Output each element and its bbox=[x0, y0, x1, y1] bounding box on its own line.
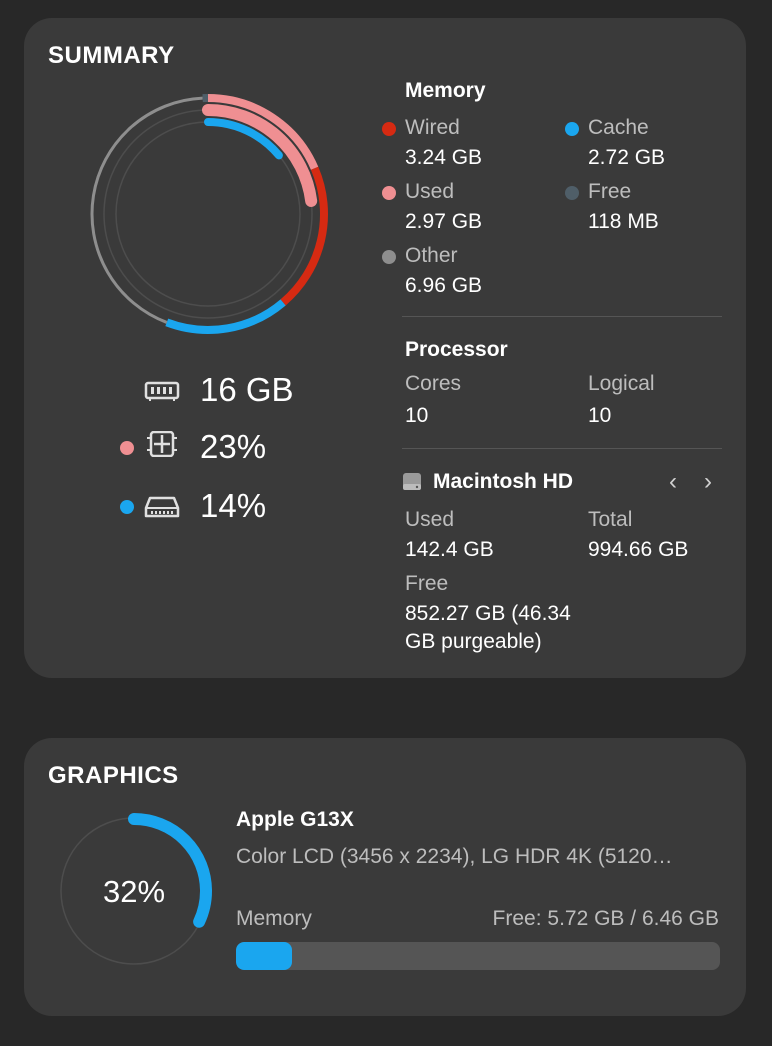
disk-total-value: 994.66 GB bbox=[588, 538, 689, 561]
cpu-legend-dot bbox=[120, 441, 134, 455]
logical-value: 10 bbox=[588, 404, 612, 427]
summary-title: SUMMARY bbox=[48, 42, 175, 69]
disk-usage-value: 14% bbox=[200, 487, 267, 524]
disk-title: Macintosh HD bbox=[433, 470, 574, 493]
gpu-memory-free: Free: 5.72 GB / 6.46 GB bbox=[492, 907, 719, 930]
memory-total-value: 16 GB bbox=[200, 371, 294, 408]
ram-icon bbox=[144, 381, 180, 401]
gpu-usage-ring: 32% bbox=[56, 813, 212, 969]
used-value: 2.97 GB bbox=[405, 210, 483, 233]
cpu-chip-icon bbox=[147, 431, 177, 457]
cpu-usage-value: 23% bbox=[200, 428, 267, 465]
disk-used-value: 142.4 GB bbox=[405, 538, 494, 561]
gpu-memory-label: Memory bbox=[236, 907, 312, 930]
graphics-card: GRAPHICS 32% Apple G13X Color LCD (3456 … bbox=[24, 738, 746, 1016]
drive-icon bbox=[144, 496, 180, 518]
cores-label: Cores bbox=[405, 372, 462, 395]
memory-segment-other bbox=[90, 96, 203, 324]
free-label: Free bbox=[588, 180, 632, 203]
memory-divider bbox=[402, 316, 722, 317]
processor-divider bbox=[402, 448, 722, 449]
summary-card: SUMMARY 16 GB 23% 14% Memory Wired 3.24 … bbox=[24, 18, 746, 678]
gpu-memory-bar bbox=[236, 942, 720, 970]
gpu-displays: Color LCD (3456 x 2234), LG HDR 4K (5120… bbox=[236, 845, 673, 868]
other-value: 6.96 GB bbox=[405, 274, 483, 297]
wired-legend-dot bbox=[382, 122, 396, 136]
gpu-usage-value: 32% bbox=[103, 874, 165, 909]
cache-value: 2.72 GB bbox=[588, 146, 666, 169]
used-label: Used bbox=[405, 180, 455, 203]
disk-free-value-line2: GB purgeable) bbox=[405, 630, 542, 653]
disk-total-label: Total bbox=[588, 508, 633, 531]
gpu-name: Apple G13X bbox=[236, 808, 354, 831]
chevron-right-icon[interactable]: › bbox=[704, 468, 712, 496]
free-legend-dot bbox=[565, 186, 579, 200]
disk-legend-dot bbox=[120, 500, 134, 514]
hard-drive-icon bbox=[403, 473, 421, 490]
free-value: 118 MB bbox=[588, 210, 659, 233]
used-legend-dot bbox=[382, 186, 396, 200]
disk-used-label: Used bbox=[405, 508, 455, 531]
other-label: Other bbox=[405, 244, 458, 267]
chevron-left-icon[interactable]: ‹ bbox=[669, 468, 677, 496]
cache-label: Cache bbox=[588, 116, 649, 139]
wired-value: 3.24 GB bbox=[405, 146, 483, 169]
other-legend-dot bbox=[382, 250, 396, 264]
processor-section-title: Processor bbox=[405, 338, 508, 361]
cores-value: 10 bbox=[405, 404, 429, 427]
cache-legend-dot bbox=[565, 122, 579, 136]
disk-free-value-line1: 852.27 GB (46.34 bbox=[405, 602, 571, 625]
summary-ring-chart bbox=[90, 94, 328, 334]
memory-section-title: Memory bbox=[405, 79, 486, 102]
gpu-memory-bar-fill bbox=[236, 942, 292, 970]
logical-label: Logical bbox=[588, 372, 655, 395]
disk-free-label: Free bbox=[405, 572, 449, 595]
graphics-title: GRAPHICS bbox=[48, 762, 179, 789]
wired-label: Wired bbox=[405, 116, 460, 139]
